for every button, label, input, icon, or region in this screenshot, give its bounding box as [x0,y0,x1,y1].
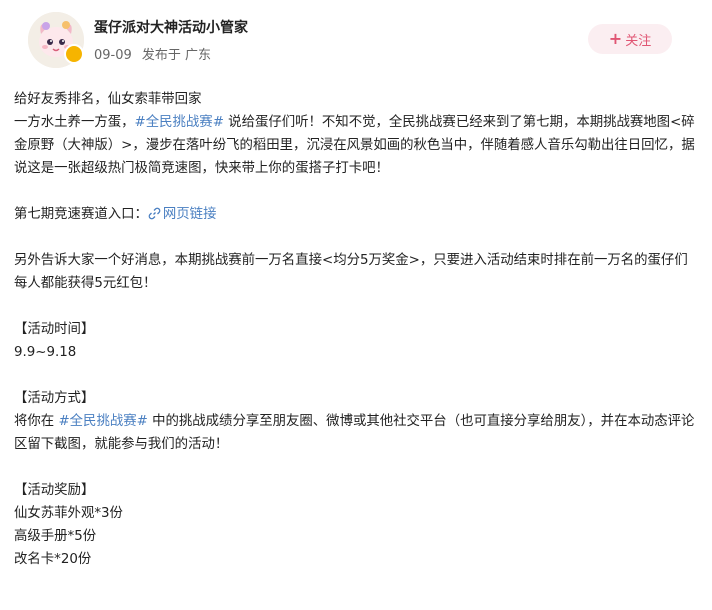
plus-icon: + [608,29,623,48]
verified-badge-icon [64,44,84,64]
post-meta: 09-09 发布于 广东 [94,44,217,63]
post-line-1: 给好友秀排名，仙女索菲带回家 [14,92,202,107]
author-name[interactable]: 蛋仔派对大神活动小管家 [94,17,248,37]
time-value: 9.9~9.18 [14,345,77,360]
hashtag-link-2[interactable]: #全民挑战赛# [58,414,147,429]
follow-label: 关注 [625,33,652,49]
hashtag-link[interactable]: #全民挑战赛# [135,115,224,130]
method-prefix: 将你在 [14,414,59,429]
post-content: 给好友秀排名，仙女索菲带回家 一方水土养一方蛋，#全民挑战赛# 说给蛋仔们听！不… [14,88,698,571]
post-paragraph-1: 一方水土养一方蛋，#全民挑战赛# 说给蛋仔们听！不知不觉，全民挑战赛已经来到了第… [14,111,698,180]
entry-label: 第七期竞速赛道入口： [14,207,148,222]
reward-item: 仙女苏菲外观*3份 [14,506,123,521]
post-location: 发布于 广东 [141,48,212,63]
news-paragraph: 另外告诉大家一个好消息，本期挑战赛前一万名直接<均分5万奖金>，只要进入活动结束… [14,253,688,291]
time-title: 【活动时间】 [14,322,95,337]
post-page: 蛋仔派对大神活动小管家 09-09 发布于 广东 + 关注 给好友秀排名，仙女索… [0,0,712,610]
post-date: 09-09 [94,48,132,63]
reward-title: 【活动奖励】 [14,483,95,498]
reward-item: 高级手册*5份 [14,529,97,544]
link-icon [148,207,161,220]
web-link-label: 网页链接 [162,207,217,222]
method-title: 【活动方式】 [14,391,95,406]
para1-prefix: 一方水土养一方蛋， [14,115,135,130]
entry-line: 第七期竞速赛道入口： 网页链接 [14,203,698,226]
reward-item: 改名卡*20份 [14,552,92,567]
web-link[interactable]: 网页链接 [148,207,217,222]
post-header: 蛋仔派对大神活动小管家 09-09 发布于 广东 + 关注 [14,0,698,78]
method-paragraph: 将你在 #全民挑战赛# 中的挑战成绩分享至朋友圈、微博或其他社交平台（也可直接分… [14,410,698,456]
follow-button[interactable]: + 关注 [588,24,672,54]
